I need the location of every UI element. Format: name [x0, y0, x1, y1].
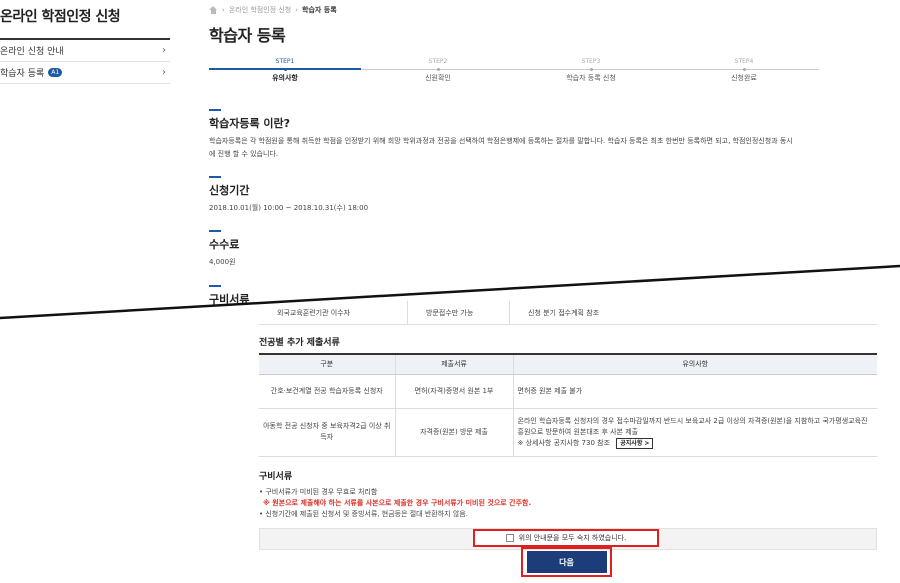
table-cell: 온라인 학습자등록 신청자의 경우 접수마감일까지 반드시 보육교사 2급 이상…	[512, 408, 877, 457]
breadcrumb: › 온라인 학점인정 신청 › 학습자 등록	[209, 0, 809, 15]
section-text: 4,000원	[209, 258, 236, 266]
step-name: 신원확인	[425, 74, 451, 82]
section-bar	[209, 230, 221, 232]
sidebar-item-learner-register[interactable]: 학습자 등록 A1 ›	[0, 62, 170, 84]
table-cell: 아동학 전공 신청자 중 보육자격2급 이상 취득자	[259, 408, 396, 457]
step-4: STEP4 신청완료	[668, 58, 820, 83]
step-dot	[742, 68, 746, 71]
table-row: 외국교육훈련기관 이수자 방문접수만 가능 신청 분기 접수계획 참조	[259, 301, 877, 325]
step-number: STEP4	[734, 58, 754, 65]
home-icon[interactable]	[209, 6, 218, 14]
table-cell: 외국교육훈련기관 이수자	[277, 308, 351, 317]
table-cell: 방문접수만 가능	[407, 301, 509, 324]
step-name: 학습자 등록 신청	[566, 74, 616, 82]
major-docs-title: 전공별 추가 제출서류	[259, 338, 340, 348]
step-dot	[283, 68, 287, 71]
step-dot	[436, 68, 440, 71]
step-dot	[589, 68, 593, 71]
section-title: 수수료	[209, 238, 240, 251]
docs-notes-title: 구비서류	[259, 471, 293, 482]
main-content: › 온라인 학점인정 신청 › 학습자 등록 학습자 등록 STEP1 유의사항…	[209, 0, 819, 307]
sidebar-item-label: 온라인 신청 안내	[0, 47, 64, 57]
step-progress: STEP1 유의사항 STEP2 신원확인 STEP3 학습자 등록 신청 ST…	[209, 58, 819, 90]
next-button-highlight: 다음	[521, 547, 612, 577]
note-reference: ※ 상세사항 공지사항 730 참조	[517, 438, 611, 447]
section-title: 신청기간	[209, 184, 250, 197]
chevron-right-icon: ›	[162, 45, 166, 56]
breadcrumb-separator: ›	[295, 6, 299, 14]
section-about: 학습자등록 이란? 학습자등록은 각 학점원을 통해 취득한 학점을 인정받기 …	[209, 109, 809, 161]
list-item: 구비서류가 미비된 경우 무효로 처리함	[259, 487, 877, 498]
lower-content: 외국교육훈련기관 이수자 방문접수만 가능 신청 분기 접수계획 참조 전공별 …	[259, 301, 877, 550]
table-cell: 면허(자격)증명서 원본 1부	[394, 374, 514, 409]
section-title: 학습자등록 이란?	[209, 117, 291, 130]
note-sub: ※ 상세사항 공지사항 730 참조 공지사항 >	[517, 437, 874, 449]
table-header-row: 구분 제출서류 유의사항	[259, 353, 877, 375]
column-header: 유의사항	[512, 353, 877, 375]
table-row: 간호·보건계열 전공 학습자등록 신청자 면허(자격)증명서 원본 1부 면허증…	[259, 374, 877, 409]
list-item-warning: ※ 원본으로 제출해야 하는 서류를 사본으로 제출한 경우 구비서류가 미비된…	[263, 498, 532, 507]
step-name: 신청완료	[731, 74, 757, 82]
page-title: 학습자 등록	[209, 26, 286, 45]
breadcrumb-separator: ›	[222, 6, 225, 14]
docs-notes-list: 구비서류가 미비된 경우 무효로 처리함 ※ 원본으로 제출해야 하는 서류를 …	[259, 487, 877, 520]
sidebar: 온라인 학점인정 신청 온라인 신청 안내 › 학습자 등록 A1 ›	[0, 0, 170, 84]
list-item: 신청기간에 제출된 신청서 및 증빙서류, 현금등은 절대 반환하지 않음.	[259, 509, 877, 520]
table-cell: 신청 분기 접수계획 참조	[509, 301, 877, 324]
sidebar-item-apply-guide[interactable]: 온라인 신청 안내 ›	[0, 40, 170, 62]
step-number: STEP2	[428, 58, 448, 65]
breadcrumb-parent[interactable]: 온라인 학점인정 신청	[229, 5, 291, 15]
step-name: 유의사항	[272, 74, 298, 82]
notice-link-button[interactable]: 공지사항 >	[616, 437, 654, 449]
agree-checkbox-label[interactable]: 위의 안내문을 모두 숙지 하였습니다.	[473, 528, 659, 547]
breadcrumb-current: 학습자 등록	[302, 6, 337, 14]
section-text: 학습자등록은 각 학점원을 통해 취득한 학점을 인정받기 위해 희망 학위과정…	[209, 137, 793, 158]
table-cell: 면허증 원본 제출 불가	[512, 374, 877, 409]
column-header: 구분	[259, 353, 395, 375]
agree-label-text: 위의 안내문을 모두 숙지 하였습니다.	[518, 533, 627, 542]
section-period: 신청기간 2018.10.01(월) 10:00 ~ 2018.10.31(수)…	[209, 176, 809, 215]
agree-checkbox[interactable]	[505, 533, 514, 542]
note-text: 온라인 학습자등록 신청자의 경우 접수마감일까지 반드시 보육교사 2급 이상…	[517, 416, 868, 436]
chevron-right-icon: ›	[162, 67, 166, 78]
sidebar-item-label: 학습자 등록	[0, 69, 45, 79]
section-bar	[209, 285, 221, 287]
step-2: STEP2 신원확인	[362, 58, 514, 83]
major-docs-table: 구분 제출서류 유의사항 간호·보건계열 전공 학습자등록 신청자 면허(자격)…	[259, 353, 877, 457]
next-button[interactable]: 다음	[526, 551, 607, 573]
section-bar	[209, 109, 221, 111]
section-text: 2018.10.01(월) 10:00 ~ 2018.10.31(수) 18:0…	[209, 204, 369, 212]
section-bar	[209, 176, 221, 178]
step-number: STEP1	[275, 58, 295, 65]
sidebar-title: 온라인 학점인정 신청	[0, 0, 170, 40]
table-row: 아동학 전공 신청자 중 보육자격2급 이상 취득자 자격증(원본) 방문 제출…	[259, 408, 877, 457]
table-cell: 간호·보건계열 전공 학습자등록 신청자	[259, 374, 396, 409]
step-number: STEP3	[581, 58, 601, 65]
column-header: 제출서류	[394, 353, 513, 375]
table-cell: 자격증(원본) 방문 제출	[394, 408, 514, 457]
step-3: STEP3 학습자 등록 신청	[515, 58, 667, 83]
step-1: STEP1 유의사항	[209, 58, 361, 83]
status-badge: A1	[48, 68, 63, 77]
section-fee: 수수료 4,000원	[209, 230, 809, 269]
